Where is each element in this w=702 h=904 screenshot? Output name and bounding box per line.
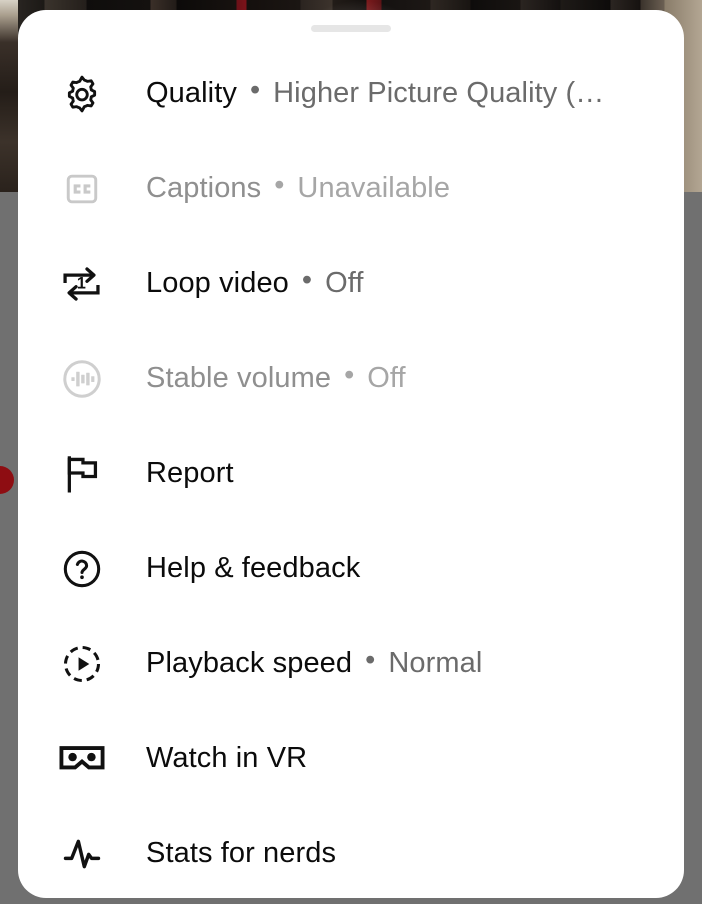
menu-item-label: Report bbox=[146, 457, 234, 489]
menu-item-value: Higher Picture Quality (… bbox=[273, 77, 605, 109]
menu-item-stats-for-nerds[interactable]: Stats for nerds bbox=[18, 806, 684, 898]
menu-item-labels: Stable volume • Off bbox=[146, 362, 684, 395]
player-settings-screen: Quality • Higher Picture Quality (… Captio… bbox=[0, 0, 702, 904]
menu-item-labels: Captions • Unavailable bbox=[146, 172, 684, 205]
menu-item-stable-volume: Stable volume • Off bbox=[18, 331, 684, 426]
settings-bottom-sheet: Quality • Higher Picture Quality (… Captio… bbox=[18, 10, 684, 898]
drag-handle[interactable] bbox=[311, 25, 391, 32]
menu-item-label: Stable volume bbox=[146, 362, 332, 394]
menu-item-label: Loop video bbox=[146, 267, 289, 299]
menu-item-label: Quality bbox=[146, 77, 237, 109]
menu-item-labels: Playback speed • Normal bbox=[146, 647, 684, 680]
menu-item-labels: Stats for nerds bbox=[146, 837, 684, 870]
menu-item-quality[interactable]: Quality • Higher Picture Quality (… bbox=[18, 46, 684, 141]
menu-item-label: Help & feedback bbox=[146, 552, 361, 584]
menu-item-separator-dot: • bbox=[301, 267, 313, 296]
menu-item-value: Off bbox=[367, 362, 406, 394]
menu-item-labels: Loop video • Off bbox=[146, 267, 684, 300]
menu-item-label: Captions bbox=[146, 172, 262, 204]
menu-item-separator-dot: • bbox=[249, 77, 261, 106]
menu-item-loop-video[interactable]: 1 Loop video • Off bbox=[18, 236, 684, 331]
gear-icon bbox=[50, 66, 114, 122]
menu-item-separator-dot: • bbox=[365, 647, 376, 676]
menu-item-value: Unavailable bbox=[297, 172, 451, 204]
menu-item-report[interactable]: Report bbox=[18, 426, 684, 521]
question-circle-icon bbox=[50, 541, 114, 597]
menu-item-label: Playback speed bbox=[146, 647, 353, 679]
flag-icon bbox=[50, 446, 114, 502]
menu-item-labels: Help & feedback bbox=[146, 552, 684, 585]
menu-item-label: Watch in VR bbox=[146, 742, 308, 774]
vr-goggles-icon bbox=[50, 731, 114, 787]
menu-item-help-feedback[interactable]: Help & feedback bbox=[18, 521, 684, 616]
menu-item-separator-dot: • bbox=[274, 172, 285, 201]
menu-item-playback-speed[interactable]: Playback speed • Normal bbox=[18, 616, 684, 711]
menu-item-labels: Watch in VR bbox=[146, 742, 684, 775]
pulse-waveform-icon bbox=[50, 826, 114, 882]
repeat-one-icon: 1 bbox=[50, 256, 114, 312]
settings-menu-list: Quality • Higher Picture Quality (… Captio… bbox=[18, 46, 684, 898]
stable-volume-icon bbox=[50, 351, 114, 407]
svg-text:1: 1 bbox=[77, 274, 86, 292]
menu-item-value: Normal bbox=[388, 647, 483, 679]
menu-item-separator-dot: • bbox=[344, 362, 355, 391]
menu-item-labels: Report bbox=[146, 457, 684, 490]
menu-item-watch-in-vr[interactable]: Watch in VR bbox=[18, 711, 684, 806]
menu-item-labels: Quality • Higher Picture Quality (… bbox=[146, 77, 684, 110]
menu-item-value: Off bbox=[325, 267, 364, 299]
closed-captions-icon bbox=[50, 161, 114, 217]
playback-speed-icon bbox=[50, 636, 114, 692]
menu-item-captions: Captions • Unavailable bbox=[18, 141, 684, 236]
video-backdrop-left-strip bbox=[0, 0, 18, 192]
menu-item-label: Stats for nerds bbox=[146, 837, 337, 869]
